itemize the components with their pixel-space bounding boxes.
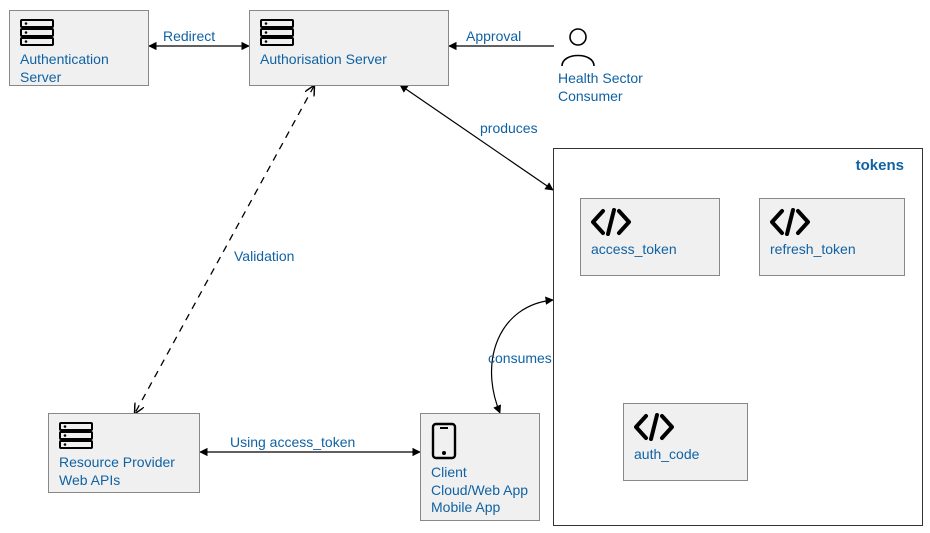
node-label: access_token — [591, 241, 709, 259]
edge-label-consumes: consumes — [488, 350, 552, 366]
node-refresh-token: refresh_token — [759, 198, 905, 276]
edge-label-redirect: Redirect — [163, 28, 215, 44]
node-health-sector-consumer: Health Sector Consumer — [558, 8, 698, 105]
node-authentication-server: Authentication Server — [9, 10, 149, 86]
server-icon — [59, 422, 189, 450]
node-label: Authorisation Server — [260, 51, 438, 69]
node-auth-code: auth_code — [623, 403, 748, 481]
edge-label-validation: Validation — [234, 248, 294, 264]
code-icon — [634, 412, 737, 442]
node-resource-provider: Resource Provider Web APIs — [48, 413, 200, 493]
person-icon — [558, 26, 698, 68]
node-label: Client Cloud/Web App Mobile App — [431, 464, 529, 517]
node-label: Health Sector Consumer — [558, 70, 698, 105]
node-label: Resource Provider Web APIs — [59, 454, 189, 489]
code-icon — [591, 207, 709, 237]
edge-label-produces: produces — [480, 120, 538, 136]
node-authorisation-server: Authorisation Server — [249, 10, 449, 86]
node-label: auth_code — [634, 446, 737, 464]
edge-label-approval: Approval — [466, 28, 521, 44]
node-access-token: access_token — [580, 198, 720, 276]
server-icon — [20, 19, 138, 47]
node-label: refresh_token — [770, 241, 894, 259]
node-label: Authentication Server — [20, 51, 138, 86]
edge-label-using: Using access_token — [230, 434, 355, 450]
node-client: Client Cloud/Web App Mobile App — [420, 413, 540, 521]
container-title: tokens — [856, 157, 904, 174]
server-icon — [260, 19, 438, 47]
smartphone-icon — [431, 422, 529, 460]
code-icon — [770, 207, 894, 237]
